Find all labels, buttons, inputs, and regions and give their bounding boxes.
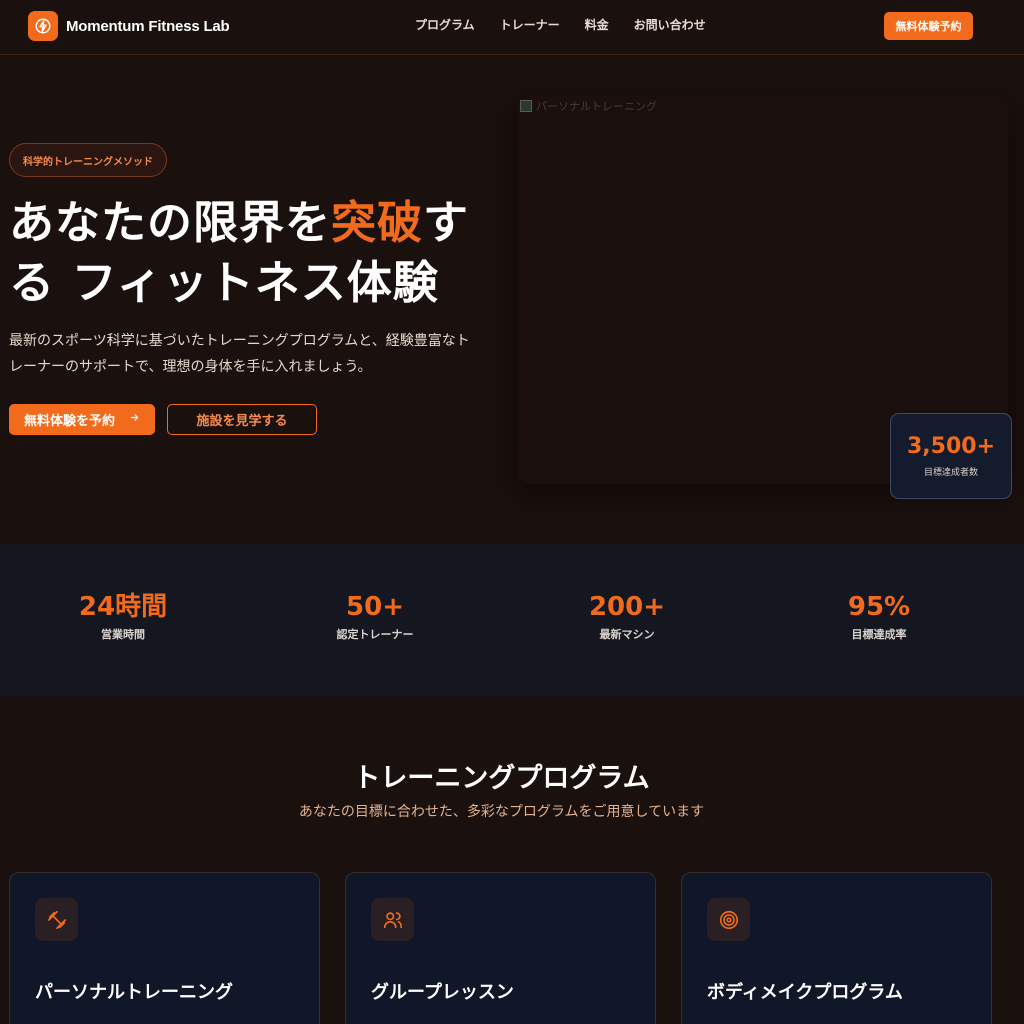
page: Momentum Fitness Lab プログラム トレーナー 料金 お問い合… — [0, 0, 1024, 1024]
hero-description: 最新のスポーツ科学に基づいたトレーニングプログラムと、経験豊富なトレーナーのサポ… — [9, 333, 470, 375]
hero-badge: 科学的トレーニングメソッド — [9, 143, 167, 177]
hero-image-alt: パーソナルトレーニング — [536, 100, 657, 113]
arrow-right-icon — [129, 412, 140, 427]
program-card-title: ボディメイクプログラム — [707, 982, 903, 1003]
header-trial-button[interactable]: 無料体験予約 — [884, 12, 973, 40]
book-trial-label: 無料体験を予約 — [23, 414, 115, 429]
stat-value: 95% — [847, 592, 911, 622]
stat-label: 認定トレーナー — [336, 628, 414, 641]
dumbbell-icon — [35, 898, 78, 941]
users-icon — [371, 898, 414, 941]
stat-label: 最新マシン — [599, 628, 655, 641]
site-header: Momentum Fitness Lab プログラム トレーナー 料金 お問い合… — [0, 0, 1024, 55]
nav-link-programs[interactable]: プログラム — [415, 16, 475, 33]
program-card-title: パーソナルトレーニング — [35, 982, 233, 1003]
stat-success-rate: 95% 目標達成率 — [779, 590, 979, 642]
programs-title: トレーニングプログラム — [353, 763, 650, 794]
nav-link-contact[interactable]: お問い合わせ — [634, 16, 706, 33]
achievers-label: 目標達成者数 — [923, 468, 978, 478]
nav-link-trainers[interactable]: トレーナー — [500, 16, 560, 33]
stat-machines: 200+ 最新マシン — [527, 590, 727, 642]
nav-link-pricing[interactable]: 料金 — [585, 16, 609, 33]
stat-value: 50+ — [346, 592, 404, 622]
brand-name: Momentum Fitness Lab — [66, 17, 230, 35]
program-card-title: グループレッスン — [371, 982, 514, 1003]
stat-label: 目標達成率 — [851, 628, 907, 641]
lightning-icon — [28, 11, 58, 41]
book-trial-button[interactable]: 無料体験を予約 — [9, 404, 155, 435]
program-card-group[interactable]: グループレッスン — [345, 872, 656, 1024]
achievers-stat-card: 3,500+ 目標達成者数 — [890, 413, 1012, 499]
stat-value: 200+ — [588, 592, 666, 622]
programs-subtitle: あなたの目標に合わせた、多彩なプログラムをご用意しています — [298, 804, 705, 820]
stats-band: 24時間 営業時間 50+ 認定トレーナー 200+ 最新マシン 95% 目標達… — [0, 544, 1024, 696]
stat-value: 24時間 — [78, 592, 168, 622]
broken-image-icon — [520, 100, 532, 112]
stat-hours: 24時間 営業時間 — [23, 590, 223, 642]
target-icon — [707, 898, 750, 941]
tour-facility-button[interactable]: 施設を見学する — [167, 404, 317, 435]
broken-image-placeholder: パーソナルトレーニング — [520, 98, 657, 114]
program-card-personal[interactable]: パーソナルトレーニング — [9, 872, 320, 1024]
hero-title: あなたの限界を突破する フィットネス体験 — [9, 193, 479, 313]
main-nav: プログラム トレーナー 料金 お問い合わせ — [415, 16, 706, 33]
hero-title-part1: あなたの限界を — [9, 196, 332, 249]
stat-trainers: 50+ 認定トレーナー — [275, 590, 475, 642]
program-card-bodymake[interactable]: ボディメイクプログラム — [681, 872, 992, 1024]
brand-logo[interactable]: Momentum Fitness Lab — [28, 11, 230, 41]
stat-label: 営業時間 — [101, 628, 145, 641]
achievers-count: 3,500+ — [906, 434, 996, 459]
hero-title-accent: 突破 — [331, 196, 424, 249]
